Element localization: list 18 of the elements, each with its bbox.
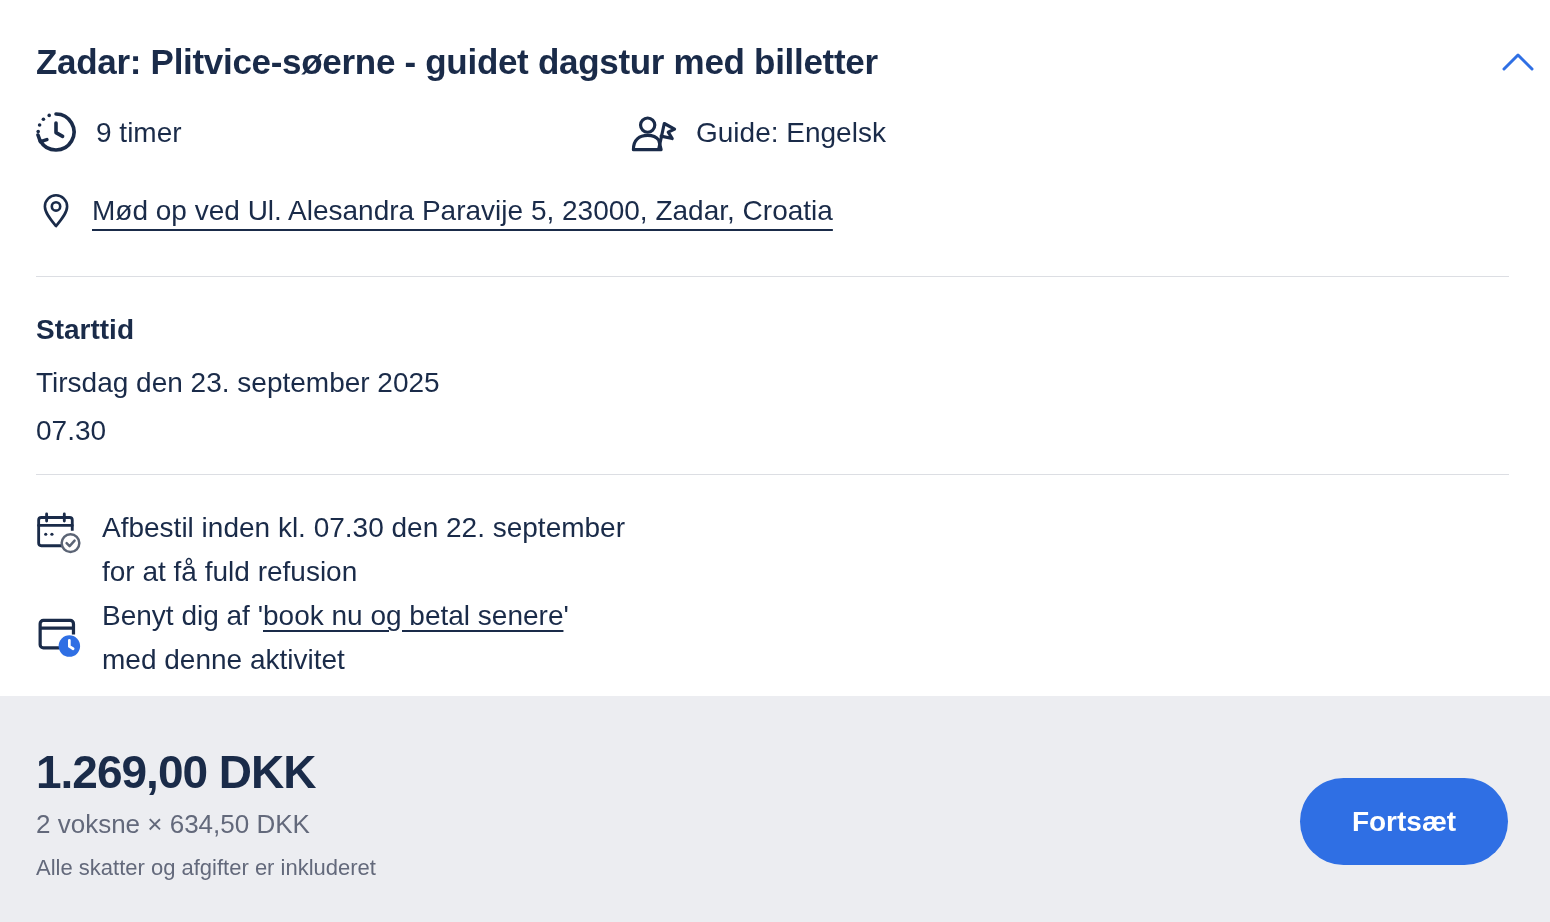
duration-text: 9 timer [96,116,182,150]
start-date-text: Tirsdag den 23. september 2025 [36,366,441,400]
pay-later-text: Benyt dig af 'book nu og betal senere' med denne aktivitet [102,599,569,677]
continue-button[interactable]: Fortsæt [1300,778,1508,865]
person-flag-icon [630,114,678,152]
book-now-pay-later-link[interactable]: book nu og betal senere [263,600,564,631]
card-clock-icon [38,618,81,658]
calendar-check-icon [36,511,82,554]
tour-title: Zadar: Plitvice-søerne - guidet dagstur med billetter [36,41,878,83]
history-clock-icon [36,112,78,154]
guide-language-text: Guide: Engelsk [696,116,886,150]
meeting-point-link[interactable]: Mød op ved Ul. Alesandra Paravije 5, 23000, Zadar, Croatia [92,191,833,231]
price-breakdown: 2 voksne × 634,50 DKK [36,808,311,841]
total-price: 1.269,00 DKK [36,745,317,800]
start-time-heading: Starttid [36,313,135,347]
start-time-text: 07.30 [36,414,108,448]
location-pin-icon [42,194,70,228]
taxes-note: Alle skatter og afgifter er inkluderet [36,854,376,882]
